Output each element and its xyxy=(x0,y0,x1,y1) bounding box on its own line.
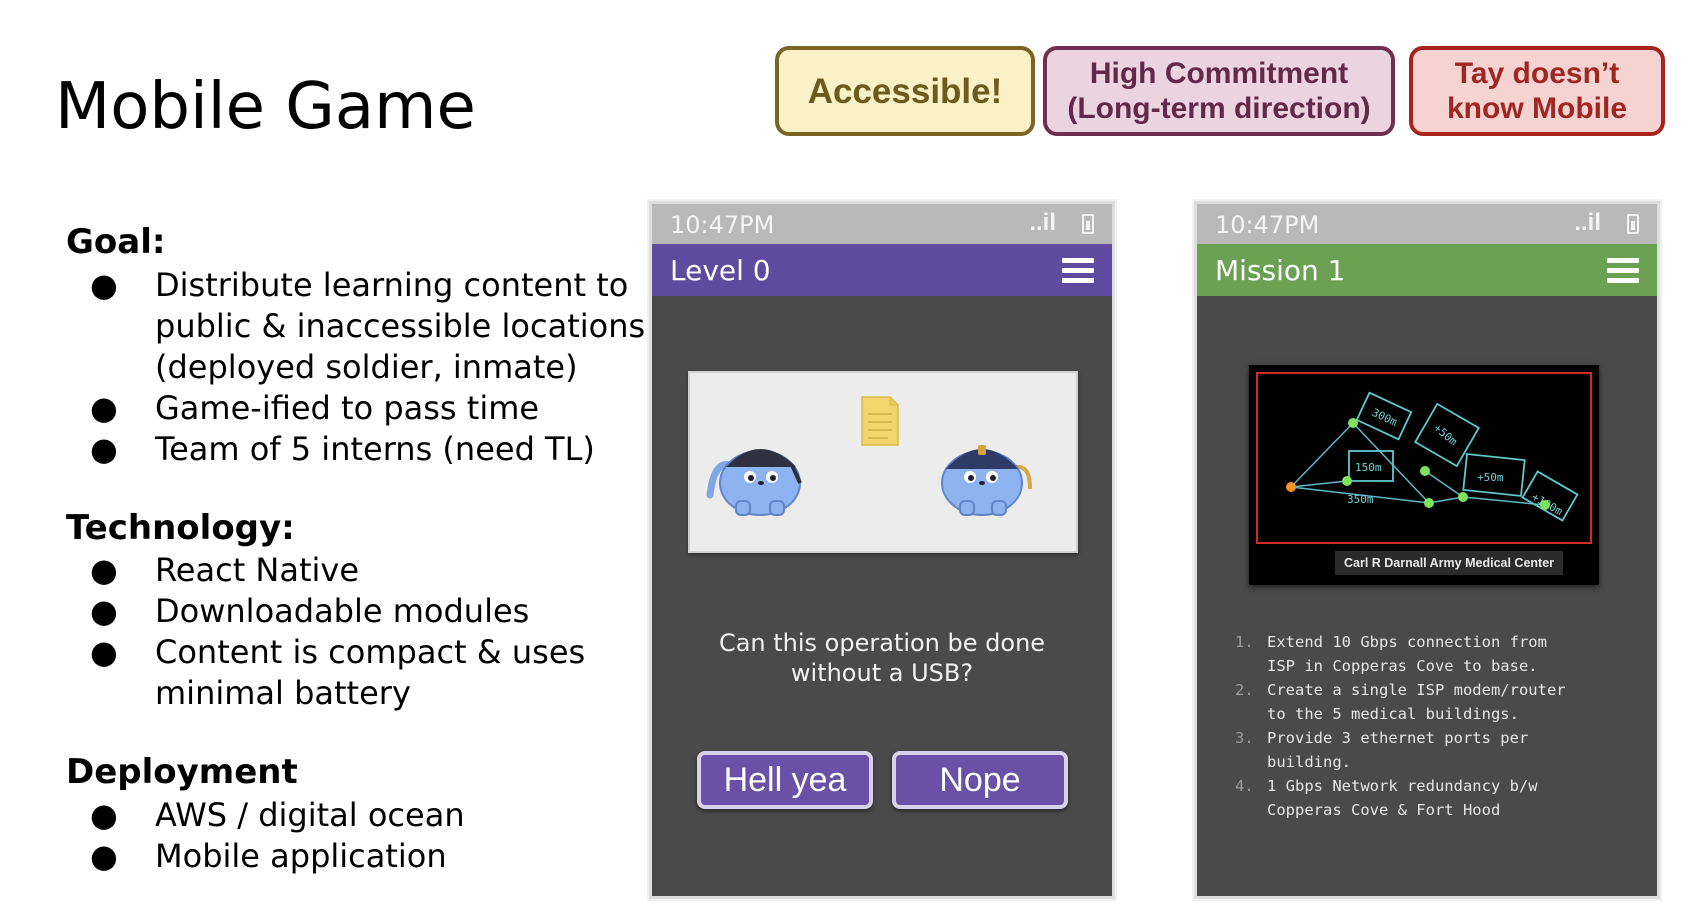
step-text: Copperas Cove & Fort Hood xyxy=(1267,801,1501,819)
step-number: 3. xyxy=(1235,729,1254,747)
mobile-line-1: Tay doesn’t xyxy=(1454,57,1620,90)
battery-icon xyxy=(1082,214,1094,234)
list-item: ● Content is compact & uses minimal batt… xyxy=(90,632,705,714)
step-text: 1 Gbps Network redundancy b/w xyxy=(1267,777,1538,795)
character-left-icon xyxy=(706,449,802,516)
list-item-text: Team of 5 interns (need TL) xyxy=(155,430,595,468)
technology-list: ● React Native ● Downloadable modules ● … xyxy=(90,550,705,714)
bullet-icon: ● xyxy=(90,633,118,671)
deployment-list: ● AWS / digital ocean ● Mobile applicati… xyxy=(90,795,705,877)
list-item: ● Mobile application xyxy=(90,836,705,877)
list-item: 3. Provide 3 ethernet ports per building… xyxy=(1235,726,1627,774)
question-line-2: without a USB? xyxy=(790,659,974,687)
list-item: ● React Native xyxy=(90,550,705,591)
list-item-text: Game-ified to pass time xyxy=(155,389,540,427)
list-item: ● Downloadable modules xyxy=(90,591,705,632)
app-header: Mission 1 xyxy=(1197,244,1657,296)
bullet-icon: ● xyxy=(90,796,118,834)
step-number: 1. xyxy=(1235,633,1254,651)
menu-icon[interactable] xyxy=(1607,258,1639,284)
question-text: Can this operation be done without a USB… xyxy=(652,628,1112,688)
list-item-text: Content is compact & uses xyxy=(155,633,586,671)
step-text: building. xyxy=(1267,753,1351,771)
document-icon xyxy=(861,396,899,446)
answer-yes-button[interactable]: Hell yea xyxy=(697,751,873,809)
map-label: 350m xyxy=(1347,493,1374,506)
signal-icon: ..il xyxy=(1574,209,1601,236)
map-label: 150m xyxy=(1355,461,1382,474)
list-item-text: AWS / digital ocean xyxy=(155,796,465,834)
status-bar: 10:47PM ..il xyxy=(652,204,1112,244)
list-item-text: Mobile application xyxy=(155,837,447,875)
deployment-heading: Deployment xyxy=(66,752,298,792)
bullet-icon: ● xyxy=(90,551,118,589)
bullet-icon: ● xyxy=(90,266,118,304)
mobile-knowledge-badge: Tay doesn’t know Mobile xyxy=(1409,46,1665,136)
bullet-icon: ● xyxy=(90,430,118,468)
status-bar: 10:47PM ..il xyxy=(1197,204,1657,244)
bullet-icon: ● xyxy=(90,837,118,875)
list-item-text: Downloadable modules xyxy=(155,592,530,630)
step-text: Extend 10 Gbps connection from xyxy=(1267,633,1547,651)
accessible-badge-label: Accessible! xyxy=(807,71,1003,111)
mission-steps: 1. Extend 10 Gbps connection from ISP in… xyxy=(1235,630,1627,822)
menu-icon[interactable] xyxy=(1062,258,1094,284)
game-scene xyxy=(688,371,1078,553)
map-caption: Carl R Darnall Army Medical Center xyxy=(1343,556,1555,570)
step-text: to the 5 medical buildings. xyxy=(1267,705,1519,723)
map-label: 300m xyxy=(1370,406,1400,429)
mobile-line-2: know Mobile xyxy=(1447,92,1627,125)
list-item: 4. 1 Gbps Network redundancy b/w Coppera… xyxy=(1235,774,1627,822)
bullet-icon: ● xyxy=(90,592,118,630)
commitment-line-1: High Commitment xyxy=(1089,57,1349,90)
map-label: +50m xyxy=(1477,471,1504,484)
status-time: 10:47PM xyxy=(1215,211,1320,239)
network-map: 300m +50m 150m +50m +100m 350m Carl R Da… xyxy=(1249,365,1599,585)
phone-mockup-level: 10:47PM ..il Level 0 Can this operation … xyxy=(649,201,1115,899)
list-item: ● Game-ified to pass time xyxy=(90,388,705,429)
list-item-text: minimal battery xyxy=(155,674,411,712)
character-right-icon xyxy=(941,445,1032,516)
app-header: Level 0 xyxy=(652,244,1112,296)
phone-mockup-mission: 10:47PM ..il Mission 1 300m +50m 150m +5… xyxy=(1194,201,1660,899)
header-title: Mission 1 xyxy=(1215,254,1346,287)
answer-no-button[interactable]: Nope xyxy=(892,751,1068,809)
goal-list: ● Distribute learning content to public … xyxy=(90,265,705,470)
slide-title: Mobile Game xyxy=(55,70,476,144)
status-time: 10:47PM xyxy=(670,211,775,239)
list-item: ● AWS / digital ocean xyxy=(90,795,705,836)
goal-heading: Goal: xyxy=(66,222,166,262)
list-item-text: public & inaccessible locations xyxy=(155,307,646,345)
signal-icon: ..il xyxy=(1029,209,1056,236)
map-label: +50m xyxy=(1431,421,1460,448)
technology-heading: Technology: xyxy=(66,508,295,548)
step-text: Provide 3 ethernet ports per xyxy=(1267,729,1529,747)
high-commitment-badge: High Commitment (Long-term direction) xyxy=(1043,46,1395,136)
list-item: ● Distribute learning content to public … xyxy=(90,265,705,388)
commitment-line-2: (Long-term direction) xyxy=(1067,92,1371,125)
step-number: 2. xyxy=(1235,681,1254,699)
question-line-1: Can this operation be done xyxy=(718,629,1046,657)
game-scene-art xyxy=(706,396,1032,516)
list-item-text: Distribute learning content to xyxy=(155,266,629,304)
accessible-badge: Accessible! xyxy=(775,46,1035,136)
step-text: Create a single ISP modem/router xyxy=(1267,681,1566,699)
list-item: ● Team of 5 interns (need TL) xyxy=(90,429,705,470)
header-title: Level 0 xyxy=(670,254,771,287)
list-item: 2. Create a single ISP modem/router to t… xyxy=(1235,678,1627,726)
bullet-icon: ● xyxy=(90,389,118,427)
list-item-text: (deployed soldier, inmate) xyxy=(155,348,578,386)
battery-icon xyxy=(1627,214,1639,234)
list-item: 1. Extend 10 Gbps connection from ISP in… xyxy=(1235,630,1627,678)
list-item-text: React Native xyxy=(155,551,360,589)
step-text: ISP in Copperas Cove to base. xyxy=(1267,657,1538,675)
step-number: 4. xyxy=(1235,777,1254,795)
